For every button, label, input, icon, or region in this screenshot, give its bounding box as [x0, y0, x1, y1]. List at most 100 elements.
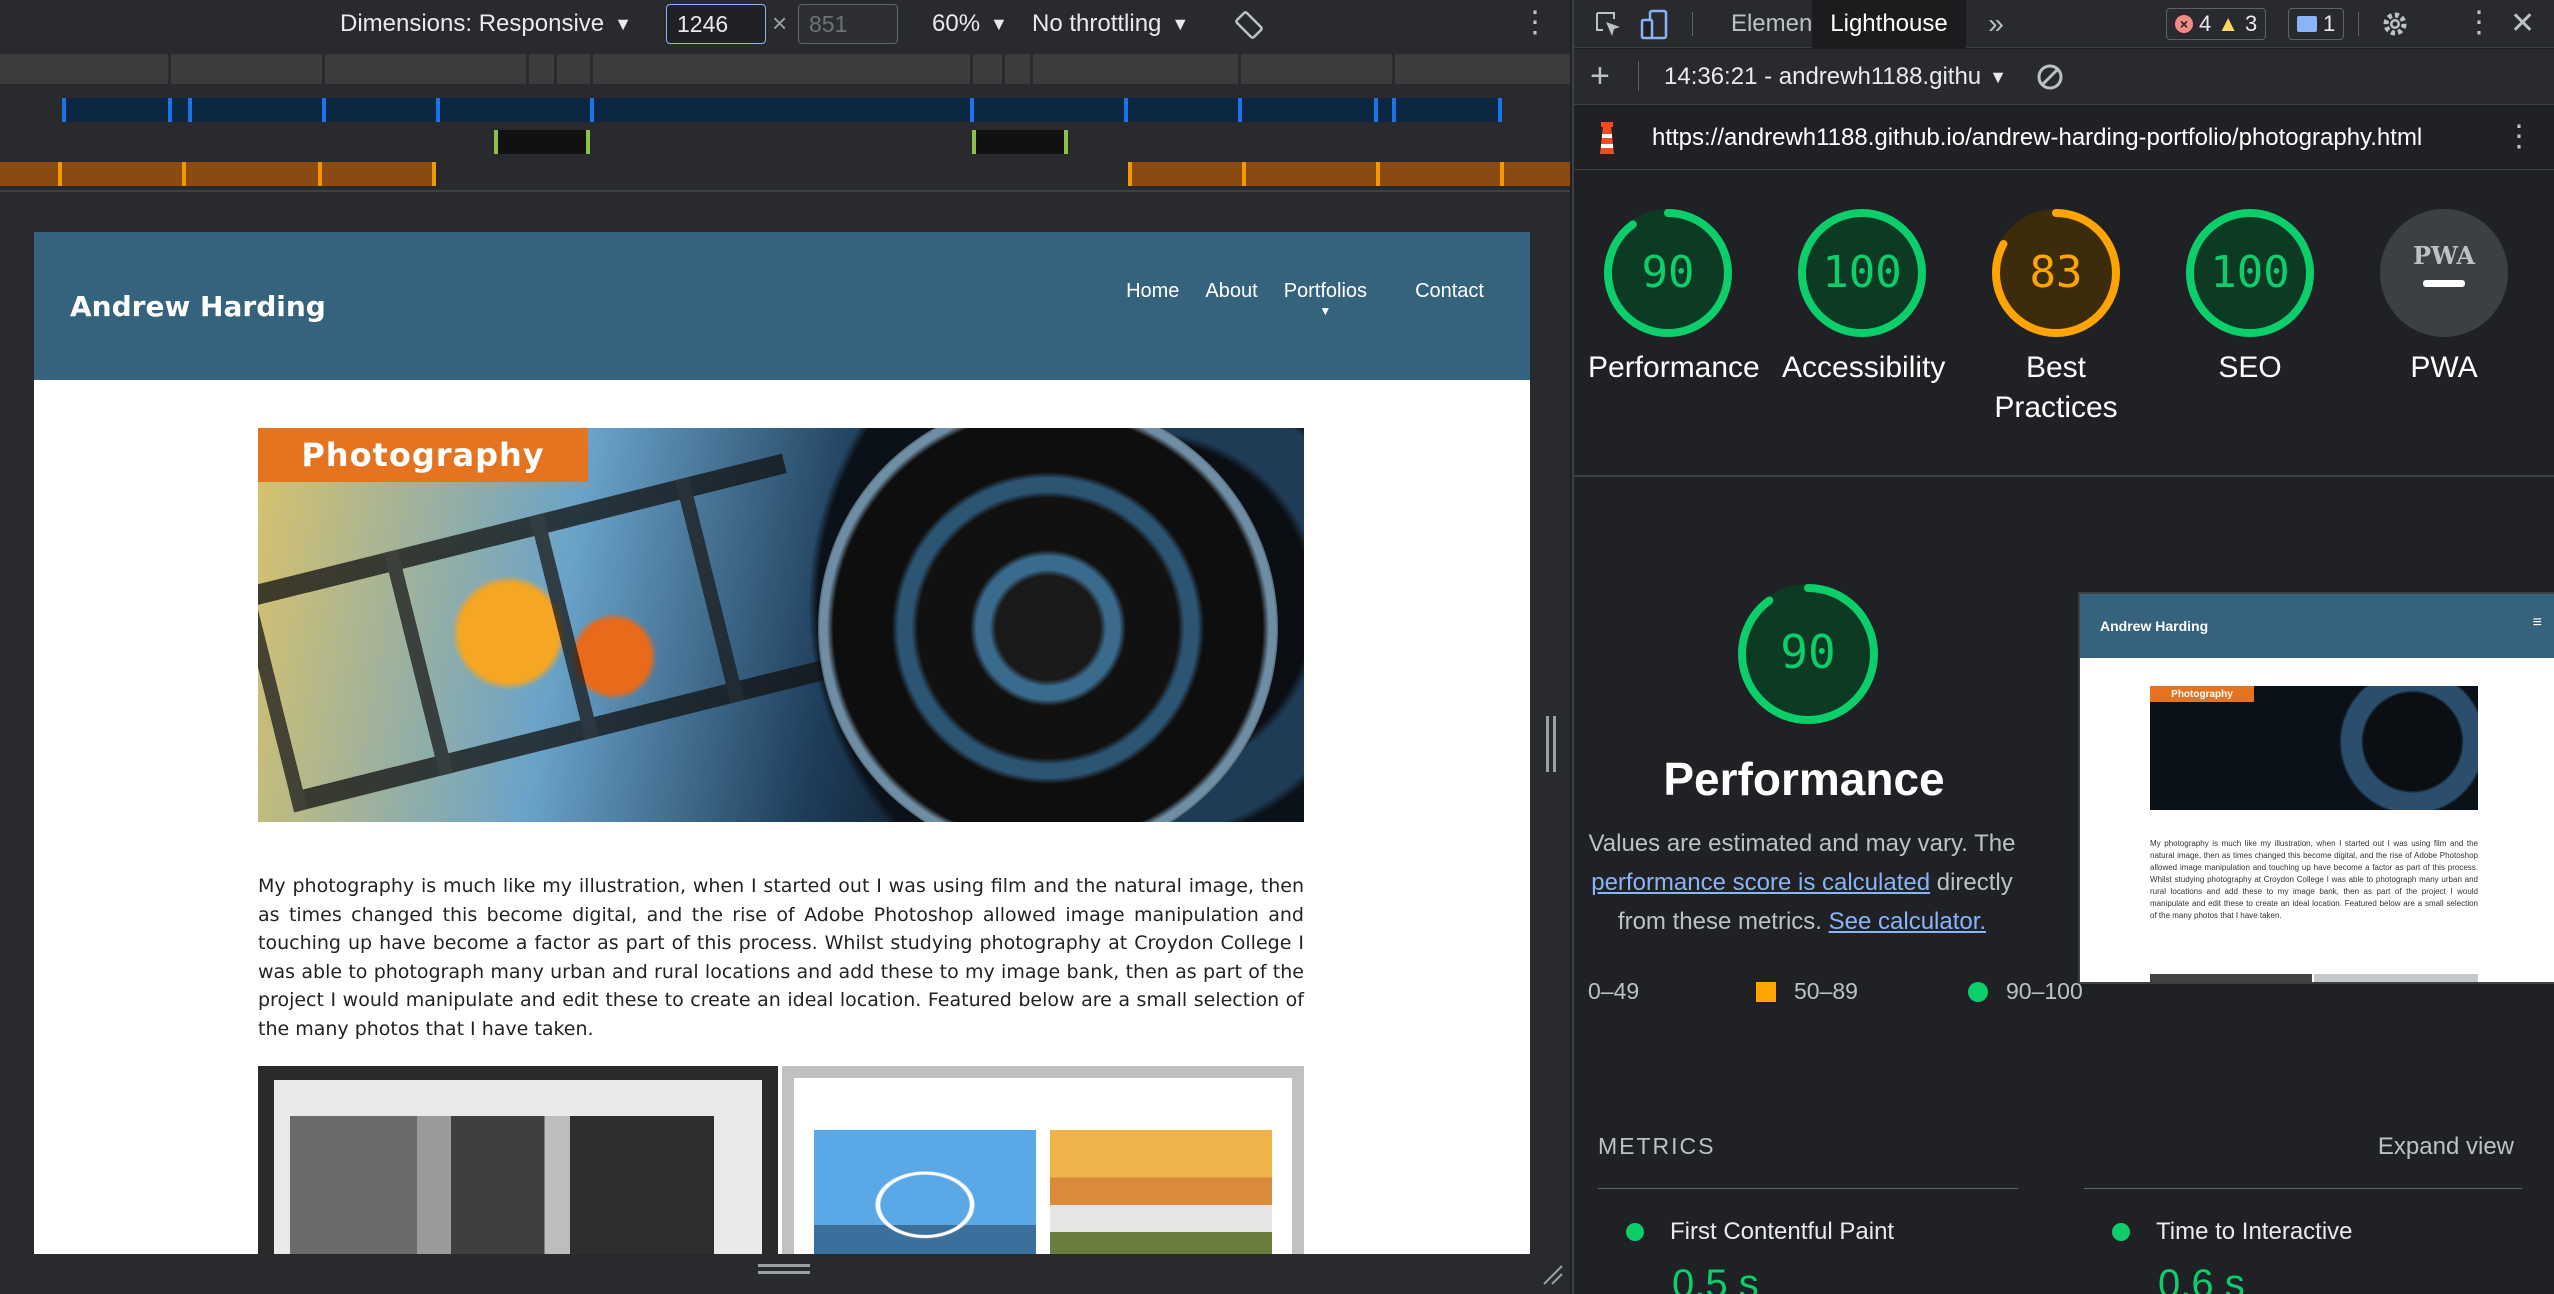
- gallery-frame[interactable]: [782, 1066, 1304, 1254]
- site-header: Andrew Harding Home About Portfolios ▼ C…: [34, 232, 1530, 380]
- clear-icon[interactable]: [2036, 63, 2064, 91]
- screenshot-gallery: [2150, 974, 2478, 982]
- performance-score-large: 90: [1780, 625, 1835, 679]
- site-nav: Home About Portfolios ▼ Contact: [1126, 280, 1484, 318]
- more-options-icon[interactable]: ⋮: [2504, 122, 2534, 152]
- gauge-label-seo: SEO: [2218, 351, 2282, 384]
- throttling-dropdown[interactable]: No throttling ▼: [1032, 10, 1189, 38]
- devtools-window: Dimensions: Responsive ▼ 1246 × 851 60% …: [0, 0, 2554, 1294]
- message-icon: [2297, 16, 2317, 32]
- hamburger-menu-icon: ≡: [2532, 614, 2542, 631]
- issues-badge[interactable]: × 4 ▲ 3: [2166, 8, 2267, 40]
- resize-handle-right[interactable]: [1546, 716, 1556, 772]
- gauge-label-performance: Performance: [1588, 351, 1760, 384]
- camera-lens-graphic: [818, 428, 1278, 822]
- caret-down-icon: ▼: [614, 13, 632, 34]
- zoom-label: 60%: [932, 10, 981, 37]
- gallery-photo: [290, 1116, 714, 1254]
- message-count: 1: [2323, 11, 2336, 36]
- report-selector[interactable]: 14:36:21 - andrewh1188.githu ▼: [1664, 63, 2007, 91]
- page-screenshot[interactable]: Andrew Harding ≡ Photography My photogra…: [2078, 592, 2554, 984]
- more-options-icon[interactable]: ⋮: [2464, 8, 2494, 38]
- screenshot-hero: Photography: [2150, 686, 2478, 810]
- pass-circle-icon: [1968, 981, 1988, 1002]
- gauge-score-performance: 90: [1642, 247, 1695, 298]
- pwa-dash-icon: [2423, 280, 2465, 287]
- more-options-icon[interactable]: ⋮: [1520, 8, 1550, 38]
- times-icon: ×: [772, 8, 788, 38]
- photo-gallery: [258, 1066, 1304, 1254]
- inspect-element-icon[interactable]: [1594, 10, 1624, 40]
- device-toggle-icon[interactable]: [1638, 8, 1672, 42]
- nav-contact[interactable]: Contact: [1415, 280, 1484, 303]
- legend-fail-label: 0–49: [1588, 978, 1640, 1004]
- gauge-pwa[interactable]: PWA PWA: [2364, 206, 2524, 388]
- legend-average-label: 50–89: [1794, 978, 1858, 1004]
- tab-lighthouse[interactable]: Lighthouse: [1812, 0, 1966, 48]
- gauge-performance[interactable]: 90 Performance: [1588, 206, 1760, 388]
- close-icon[interactable]: ✕: [2510, 6, 2535, 41]
- devtools-panel: Elements Lighthouse » × 4 ▲ 3 1 ⋮ ✕ + 14…: [1572, 0, 2554, 1294]
- gauge-score-accessibility: 100: [1822, 247, 1901, 298]
- gallery-frame[interactable]: [258, 1066, 778, 1254]
- gear-icon[interactable]: [2380, 9, 2410, 39]
- dimensions-dropdown[interactable]: Dimensions: Responsive ▼: [340, 10, 632, 38]
- media-query-row-gray[interactable]: [0, 54, 1570, 84]
- nav-portfolios-label: Portfolios: [1283, 280, 1368, 302]
- gauge-ring-accessibility: 100: [1798, 209, 1926, 337]
- error-icon: ×: [2175, 15, 2193, 33]
- gallery-photo: [814, 1130, 1036, 1254]
- nav-portfolios[interactable]: Portfolios ▼: [1283, 280, 1368, 318]
- expand-view-button[interactable]: Expand view: [2378, 1133, 2514, 1161]
- new-report-icon[interactable]: +: [1590, 57, 1610, 96]
- gauge-accessibility[interactable]: 100 Accessibility: [1782, 206, 1945, 388]
- rotate-icon[interactable]: [1234, 10, 1264, 40]
- hero-label: Photography: [258, 428, 588, 482]
- device-toolbar: Dimensions: Responsive ▼ 1246 × 851 60% …: [0, 0, 1570, 50]
- media-query-bars: [0, 54, 1570, 188]
- throttling-label: No throttling: [1032, 10, 1162, 37]
- more-tabs-icon[interactable]: »: [1968, 0, 2024, 48]
- width-input[interactable]: 1246: [666, 4, 766, 44]
- hero-image: Photography: [258, 428, 1304, 822]
- pwa-logo-icon: PWA: [2413, 241, 2475, 270]
- intro-paragraph: My photography is much like my illustrat…: [258, 875, 1304, 1040]
- legend-pass: 90–100: [1968, 978, 2083, 1005]
- see-calculator-link[interactable]: See calculator.: [1829, 908, 1986, 935]
- metrics-divider: [1598, 1188, 2018, 1189]
- screenshot-header: Andrew Harding ≡: [2080, 594, 2554, 658]
- gauge-ring-pwa: PWA: [2380, 209, 2508, 337]
- dimensions-label: Dimensions: Responsive: [340, 10, 605, 37]
- metric-tti: Time to Interactive: [2112, 1218, 2353, 1246]
- legend-average: 50–89: [1756, 978, 1858, 1005]
- metric-fcp-value: 0.5 s: [1672, 1262, 1759, 1294]
- legend-pass-label: 90–100: [2006, 978, 2083, 1004]
- media-query-row-blue[interactable]: [0, 98, 1570, 122]
- media-query-row-green[interactable]: [0, 130, 1570, 154]
- gauge-best-practices[interactable]: 83 Best Practices: [1976, 206, 2136, 428]
- screenshot-site-title: Andrew Harding: [2100, 618, 2209, 634]
- average-square-icon: [1756, 981, 1776, 1002]
- gauge-seo[interactable]: 100 SEO: [2170, 206, 2330, 388]
- nav-about[interactable]: About: [1205, 280, 1257, 303]
- screenshot-text: My photography is much like my illustrat…: [2150, 839, 2478, 920]
- toolbar-divider: [0, 190, 1570, 192]
- metric-fcp: First Contentful Paint: [1626, 1218, 1894, 1246]
- zoom-dropdown[interactable]: 60% ▼: [932, 10, 1008, 38]
- performance-gauge-ring: 90: [1738, 584, 1878, 724]
- screenshot-hero-label: Photography: [2150, 686, 2254, 702]
- media-query-row-orange[interactable]: [0, 162, 1570, 186]
- caret-down-icon: ▼: [1319, 304, 1332, 318]
- site-title[interactable]: Andrew Harding: [70, 290, 326, 323]
- page-viewport[interactable]: Andrew Harding Home About Portfolios ▼ C…: [34, 232, 1530, 1254]
- resize-handle-bottom[interactable]: [758, 1264, 810, 1276]
- messages-badge[interactable]: 1: [2288, 8, 2345, 40]
- gauge-label-best-practices: Best Practices: [1994, 351, 2118, 424]
- score-calculated-link[interactable]: performance score is calculated: [1591, 869, 1930, 896]
- resize-corner-icon[interactable]: [1540, 1262, 1564, 1286]
- report-url[interactable]: https://andrewh1188.github.io/andrew-har…: [1652, 124, 2422, 152]
- nav-home[interactable]: Home: [1126, 280, 1179, 303]
- caret-down-icon: ▼: [990, 13, 1008, 34]
- caret-down-icon: ▼: [1171, 13, 1190, 34]
- height-input[interactable]: 851: [798, 4, 898, 44]
